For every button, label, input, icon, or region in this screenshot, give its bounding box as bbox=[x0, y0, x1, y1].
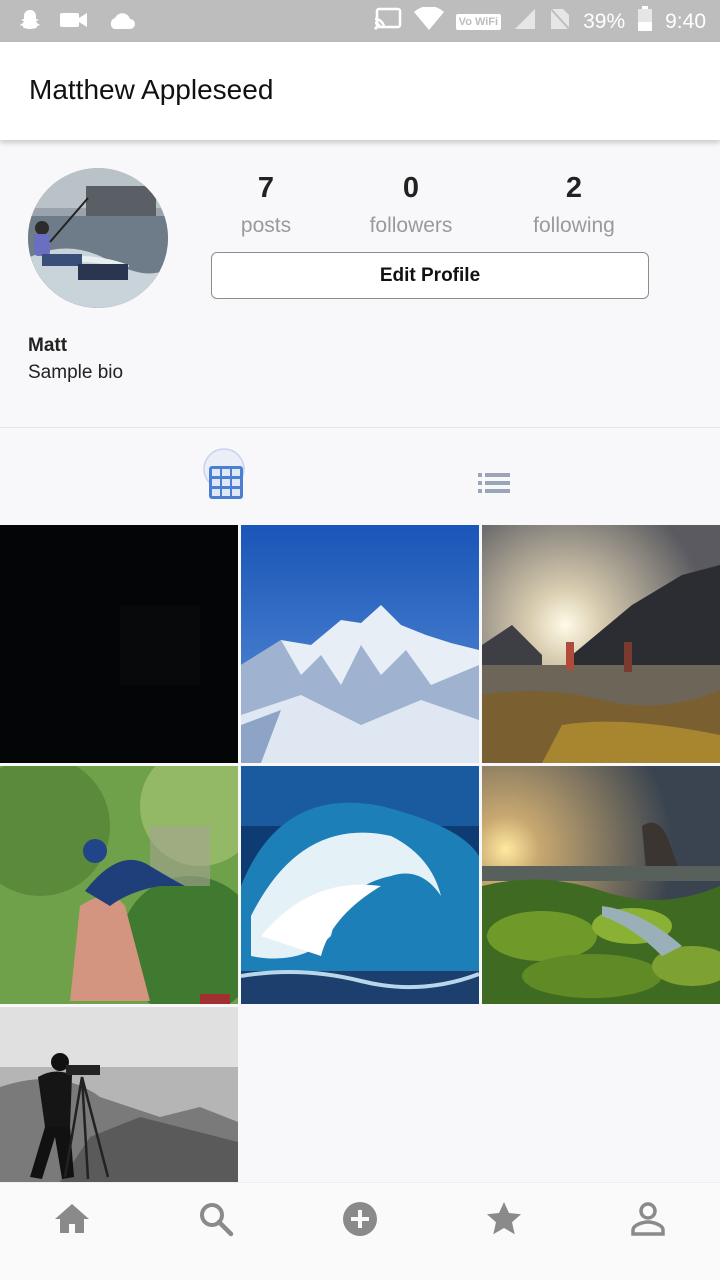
posts-count: 7 bbox=[257, 172, 275, 204]
snapchat-icon bbox=[18, 8, 42, 37]
stat-followers[interactable]: 0 followers bbox=[341, 168, 481, 238]
wifi-icon bbox=[413, 6, 444, 37]
status-bar: Vo WiFi 39% 9:40 bbox=[0, 0, 720, 42]
star-icon bbox=[487, 1202, 521, 1235]
stat-posts[interactable]: 7 posts bbox=[196, 168, 336, 238]
screen: Vo WiFi 39% 9:40 Matthew Appleseed 7 pos… bbox=[0, 0, 720, 1280]
post-thumbnail[interactable] bbox=[0, 766, 238, 1004]
grid-icon bbox=[203, 448, 245, 499]
home-icon bbox=[55, 1204, 89, 1233]
profile-bio: Sample bio bbox=[28, 362, 124, 383]
post-thumbnail[interactable] bbox=[0, 525, 238, 763]
post-thumbnail[interactable] bbox=[0, 1007, 238, 1182]
tab-list[interactable] bbox=[476, 470, 512, 496]
nav-add[interactable] bbox=[340, 1199, 380, 1239]
followers-count: 0 bbox=[402, 172, 420, 204]
battery-percent: 39% bbox=[583, 10, 626, 33]
list-icon bbox=[478, 473, 510, 493]
clock: 9:40 bbox=[665, 10, 706, 33]
edit-profile-button[interactable]: Edit Profile bbox=[211, 252, 649, 299]
battery-icon bbox=[637, 6, 653, 38]
no-sim-icon bbox=[549, 7, 571, 37]
profile-icon bbox=[631, 1202, 665, 1236]
page-title: Matthew Appleseed bbox=[29, 74, 274, 105]
post-thumbnail[interactable] bbox=[482, 525, 720, 763]
nav-favorites[interactable] bbox=[484, 1199, 524, 1239]
avatar[interactable] bbox=[28, 168, 168, 308]
following-label: following bbox=[533, 214, 615, 237]
vowifi-badge: Vo WiFi bbox=[455, 14, 502, 30]
video-icon bbox=[60, 10, 88, 35]
section-divider bbox=[0, 427, 720, 428]
cellular-icon bbox=[513, 7, 537, 37]
stat-following[interactable]: 2 following bbox=[504, 168, 644, 238]
post-thumbnail[interactable] bbox=[241, 525, 479, 763]
add-circle-icon bbox=[343, 1202, 377, 1236]
post-thumbnail[interactable] bbox=[482, 766, 720, 1004]
following-count: 2 bbox=[565, 172, 583, 204]
nav-profile[interactable] bbox=[628, 1199, 668, 1239]
posts-label: posts bbox=[240, 214, 292, 237]
cloud-icon bbox=[106, 10, 136, 35]
tab-grid[interactable] bbox=[203, 448, 249, 502]
app-bar: Matthew Appleseed bbox=[0, 42, 720, 140]
search-icon bbox=[200, 1203, 234, 1237]
post-thumbnail[interactable] bbox=[241, 766, 479, 1004]
nav-search[interactable] bbox=[196, 1199, 236, 1239]
bottom-nav bbox=[0, 1182, 720, 1280]
cast-icon bbox=[374, 7, 402, 37]
followers-label: followers bbox=[369, 214, 453, 237]
profile-name: Matt bbox=[28, 335, 68, 356]
nav-home[interactable] bbox=[52, 1199, 92, 1239]
